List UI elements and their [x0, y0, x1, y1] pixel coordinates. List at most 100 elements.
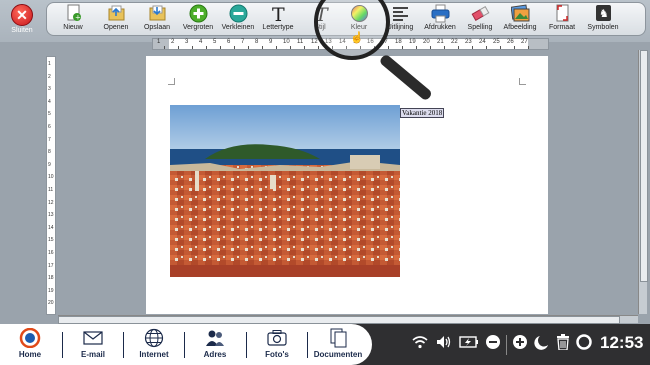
ruler-margin	[528, 39, 548, 49]
volume-icon[interactable]	[435, 335, 453, 354]
ruler-number: 2	[171, 39, 175, 45]
image-icon	[510, 4, 530, 23]
ruler-number: 21	[437, 39, 444, 45]
photos-label: Foto's	[265, 350, 289, 359]
ruler-number: 11	[48, 187, 54, 193]
margin-corner	[519, 78, 526, 85]
image-label: Afbeelding	[503, 24, 537, 31]
camera-icon	[247, 328, 307, 348]
ruler-number: 22	[451, 39, 458, 45]
ruler-number: 26	[507, 39, 514, 45]
zoom-in-icon[interactable]	[512, 334, 528, 355]
page-format-icon	[553, 4, 572, 23]
ruler-number: 13	[48, 212, 54, 219]
ruler-tick	[528, 46, 529, 49]
spelling-button[interactable]: Spelling	[458, 4, 502, 31]
ruler-tick	[486, 46, 487, 49]
help-lifebuoy-icon[interactable]	[576, 334, 592, 355]
hand-cursor-icon: ☝	[350, 32, 364, 44]
photo-caption[interactable]: Vakantie 2018	[400, 108, 445, 118]
ruler-tick	[318, 46, 319, 49]
ruler-tick	[262, 46, 263, 49]
ruler-number: 1	[48, 61, 51, 67]
ruler-number: 5	[48, 111, 51, 118]
ruler-number: 3	[48, 86, 51, 93]
ruler-number: 9	[48, 161, 51, 168]
close-icon: ✕	[11, 4, 33, 26]
print-button[interactable]: Afdrukken	[418, 4, 462, 31]
home-button[interactable]: Home	[0, 327, 60, 359]
email-button[interactable]: E-mail	[63, 328, 123, 359]
ruler-tick	[248, 46, 249, 49]
ruler-tick	[416, 46, 417, 49]
eraser-icon	[471, 4, 490, 23]
ruler-number: 25	[493, 39, 500, 45]
ruler-tick	[458, 46, 459, 49]
ruler-number: 19	[409, 39, 416, 45]
symbols-icon: ♞	[594, 4, 613, 23]
ruler-number: 12	[48, 199, 54, 206]
envelope-icon	[63, 328, 123, 348]
new-document-icon: +	[64, 4, 83, 23]
ruler-number: 8	[255, 39, 259, 45]
enlarge-button[interactable]: Vergroten	[176, 4, 220, 31]
home-icon	[0, 327, 60, 349]
format-label: Formaat	[548, 24, 576, 31]
svg-text:T: T	[272, 4, 285, 23]
symbols-button[interactable]: ♞ Symbolen	[581, 4, 625, 31]
divider	[506, 334, 507, 355]
ruler-number: 16	[48, 250, 54, 256]
zoom-out-icon[interactable]	[485, 334, 501, 355]
printer-icon	[431, 4, 450, 23]
ruler-tick	[192, 46, 193, 49]
shrink-button[interactable]: Verkleinen	[216, 4, 260, 31]
email-label: E-mail	[80, 350, 105, 359]
ruler-tick	[388, 46, 389, 49]
spelling-label: Spelling	[467, 24, 493, 31]
open-label: Openen	[103, 24, 129, 31]
scrollbar-thumb[interactable]	[58, 316, 620, 324]
night-mode-icon[interactable]	[534, 334, 550, 355]
ruler-number: 4	[199, 39, 203, 45]
ruler-tick	[472, 46, 473, 49]
plus-icon	[189, 4, 208, 23]
save-button[interactable]: Opslaan	[135, 4, 179, 31]
horizontal-scrollbar[interactable]	[58, 315, 638, 324]
open-button[interactable]: Openen	[94, 4, 138, 31]
ruler-tick	[178, 46, 179, 49]
vertical-scrollbar[interactable]	[638, 50, 648, 314]
home-label: Home	[18, 350, 42, 359]
ruler-margin	[153, 39, 169, 49]
contacts-icon	[185, 328, 245, 348]
scrollbar-thumb[interactable]	[640, 50, 648, 282]
documents-icon	[308, 328, 368, 348]
align-icon	[391, 4, 410, 23]
wifi-icon[interactable]	[411, 335, 429, 354]
format-button[interactable]: Formaat	[540, 4, 584, 31]
font-button[interactable]: T Lettertype	[256, 4, 300, 31]
battery-charging-icon[interactable]	[459, 335, 479, 354]
internet-button[interactable]: Internet	[124, 328, 184, 359]
ruler-tick	[304, 46, 305, 49]
svg-text:♞: ♞	[599, 7, 609, 20]
ruler-number: 23	[465, 39, 472, 45]
ruler-tick	[290, 46, 291, 49]
clock: 12:53	[600, 333, 644, 352]
ruler-number: 2	[48, 73, 51, 80]
font-icon: T	[269, 4, 288, 26]
photos-button[interactable]: Foto's	[247, 328, 307, 359]
ruler-tick	[164, 46, 165, 49]
new-button[interactable]: + Nieuw	[51, 4, 95, 31]
inserted-photo[interactable]	[170, 105, 400, 277]
ruler-tick	[444, 46, 445, 49]
margin-corner	[168, 78, 175, 85]
font-label: Lettertype	[262, 24, 294, 31]
trash-icon[interactable]	[556, 334, 570, 355]
print-label: Afdrukken	[424, 24, 456, 31]
documents-button[interactable]: Documenten	[308, 328, 368, 359]
ruler-number: 10	[48, 174, 54, 181]
close-button[interactable]: ✕ Sluiten	[2, 3, 42, 41]
ruler-number: 20	[423, 39, 430, 45]
image-button[interactable]: Afbeelding	[498, 4, 542, 31]
address-button[interactable]: Adres	[185, 328, 245, 359]
